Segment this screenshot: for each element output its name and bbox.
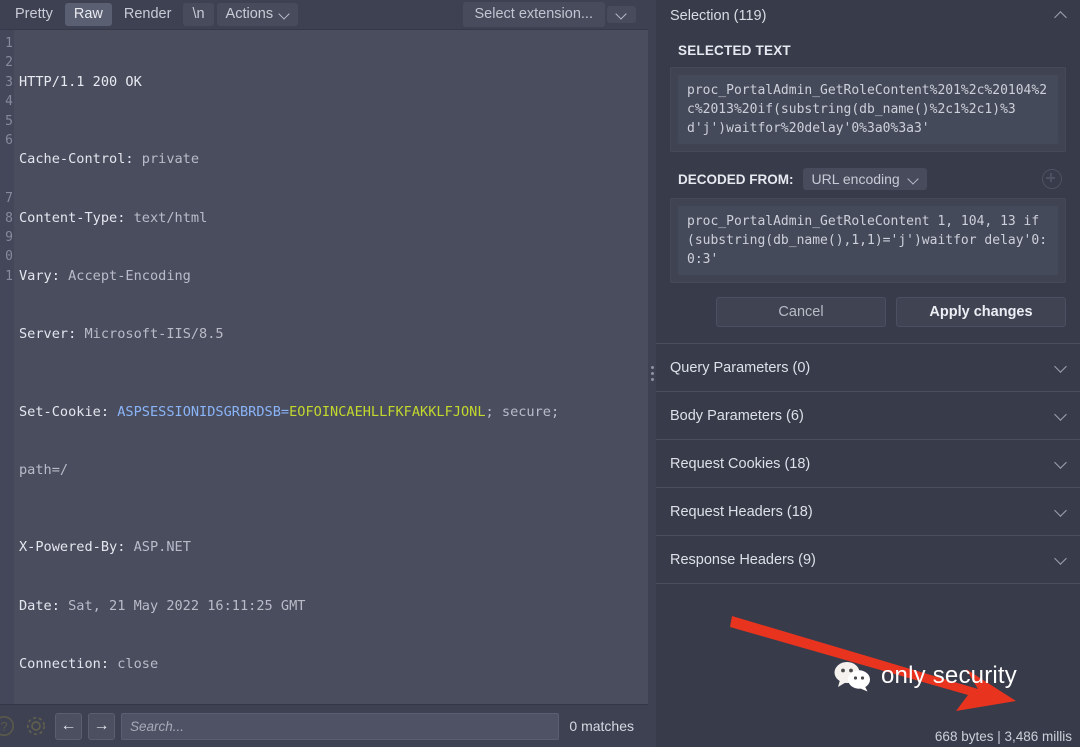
decoded-from-label: DECODED FROM:: [678, 171, 794, 187]
extension-dropdown-button[interactable]: [607, 6, 636, 23]
search-next-button[interactable]: →: [88, 712, 115, 740]
line-number: 8: [5, 210, 13, 226]
response-pane: Pretty Raw Render \n Actions Select exte…: [0, 0, 648, 747]
decoder-dropdown[interactable]: URL encoding: [802, 168, 927, 190]
inspector-filler: [656, 584, 1080, 747]
selection-section-body: SELECTED TEXT proc_PortalAdmin_GetRoleCo…: [656, 31, 1080, 339]
help-icon-svg: ?: [0, 716, 14, 736]
line-number: 1: [5, 268, 13, 284]
section-label: Request Headers (18): [670, 503, 813, 520]
response-text[interactable]: HTTP/1.1 200 OK Cache-Control: private C…: [14, 30, 648, 704]
line-number: 7: [5, 191, 13, 207]
header-line: X-Powered-By: ASP.NET: [19, 539, 191, 556]
selection-action-buttons: Cancel Apply changes: [670, 297, 1066, 327]
inspector-sections: Query Parameters (0) Body Parameters (6)…: [656, 343, 1080, 584]
line-number: 0: [5, 249, 13, 265]
newline-toggle-button[interactable]: \n: [183, 3, 214, 26]
header-line: Connection: close: [19, 655, 159, 672]
chevron-down-icon[interactable]: [1055, 554, 1066, 565]
extension-label[interactable]: Select extension...: [462, 2, 605, 27]
section-request-cookies[interactable]: Request Cookies (18): [656, 439, 1080, 487]
line-number: 5: [5, 113, 13, 129]
chevron-down-icon: [617, 10, 626, 19]
selection-title: Selection (119): [670, 7, 767, 24]
splitter-grip-icon: [650, 366, 654, 381]
decoded-from-row: DECODED FROM: URL encoding: [678, 168, 1066, 190]
selected-text-label: SELECTED TEXT: [678, 43, 791, 58]
search-bar: ? ← → 0 matches: [0, 704, 648, 747]
help-icon[interactable]: ?: [0, 713, 17, 739]
search-input[interactable]: [121, 712, 560, 740]
line-number-gutter: 1 2 3 4 5 6 7 8 9 0 1: [0, 30, 14, 704]
section-label: Request Cookies (18): [670, 455, 811, 472]
gear-icon-svg: [26, 716, 46, 736]
section-request-headers[interactable]: Request Headers (18): [656, 487, 1080, 535]
selection-section-header[interactable]: Selection (119): [656, 0, 1080, 31]
inspector-pane: Selection (119) SELECTED TEXT proc_Porta…: [656, 0, 1080, 747]
svg-text:?: ?: [0, 719, 7, 734]
section-query-parameters[interactable]: Query Parameters (0): [656, 343, 1080, 391]
line-number: 4: [5, 94, 13, 110]
gear-icon[interactable]: [23, 713, 49, 739]
extension-selector[interactable]: Select extension...: [462, 2, 636, 27]
chevron-down-icon: [280, 10, 289, 19]
header-line: Content-Type: text/html: [19, 209, 208, 226]
status-footer: 668 bytes | 3,486 millis: [934, 729, 1072, 744]
chevron-down-icon[interactable]: [1055, 362, 1066, 373]
line-number: 1: [5, 36, 13, 51]
search-matches-count: 0 matches: [569, 718, 634, 734]
header-line: Server: Microsoft-IIS/8.5: [19, 326, 224, 343]
line-number: 2: [5, 55, 13, 71]
burp-response-inspector-window: Pretty Raw Render \n Actions Select exte…: [0, 0, 1080, 747]
apply-changes-button[interactable]: Apply changes: [896, 297, 1066, 327]
status-line: HTTP/1.1 200 OK: [19, 73, 142, 90]
chevron-down-icon: [909, 175, 918, 184]
section-response-headers[interactable]: Response Headers (9): [656, 535, 1080, 584]
set-cookie-line: Set-Cookie: ASPSESSIONIDSGRBRDSB=EOFOINC…: [19, 403, 560, 420]
chevron-up-icon[interactable]: [1055, 10, 1066, 21]
actions-label: Actions: [225, 6, 274, 22]
actions-dropdown[interactable]: Actions: [216, 3, 299, 26]
chevron-down-icon[interactable]: [1055, 410, 1066, 421]
tab-render[interactable]: Render: [115, 3, 181, 26]
tab-raw[interactable]: Raw: [64, 3, 112, 26]
line-number-blank: [0, 150, 14, 169]
line-number: 3: [5, 74, 13, 90]
response-toolbar: Pretty Raw Render \n Actions Select exte…: [0, 0, 648, 30]
section-body-parameters[interactable]: Body Parameters (6): [656, 391, 1080, 439]
section-label: Query Parameters (0): [670, 359, 811, 376]
line-number: 9: [5, 229, 13, 245]
header-line: Date: Sat, 21 May 2022 16:11:25 GMT: [19, 597, 306, 614]
pane-splitter[interactable]: [648, 0, 656, 747]
line-number: 6: [5, 132, 13, 148]
decoder-value: URL encoding: [811, 171, 900, 187]
response-editor[interactable]: 1 2 3 4 5 6 7 8 9 0 1 HTTP/1.1 200 OK Ca…: [0, 30, 648, 704]
section-label: Response Headers (9): [670, 551, 816, 568]
tab-pretty[interactable]: Pretty: [6, 3, 62, 26]
add-decoder-icon[interactable]: [1042, 169, 1062, 189]
selected-text-box[interactable]: proc_PortalAdmin_GetRoleContent%201%2c%2…: [670, 67, 1066, 152]
search-previous-button[interactable]: ←: [55, 712, 82, 740]
chevron-down-icon[interactable]: [1055, 458, 1066, 469]
chevron-down-icon[interactable]: [1055, 506, 1066, 517]
line-number: [0, 170, 14, 189]
selected-text-value[interactable]: proc_PortalAdmin_GetRoleContent%201%2c%2…: [678, 75, 1058, 144]
header-line: Cache-Control: private: [19, 151, 200, 168]
header-line: Vary: Accept-Encoding: [19, 267, 191, 284]
cancel-button[interactable]: Cancel: [716, 297, 886, 327]
section-label: Body Parameters (6): [670, 407, 804, 424]
set-cookie-wrap-line: path=/: [19, 461, 69, 478]
decoded-text-value[interactable]: proc_PortalAdmin_GetRoleContent 1, 104, …: [678, 206, 1058, 275]
decoded-text-box[interactable]: proc_PortalAdmin_GetRoleContent 1, 104, …: [670, 198, 1066, 283]
